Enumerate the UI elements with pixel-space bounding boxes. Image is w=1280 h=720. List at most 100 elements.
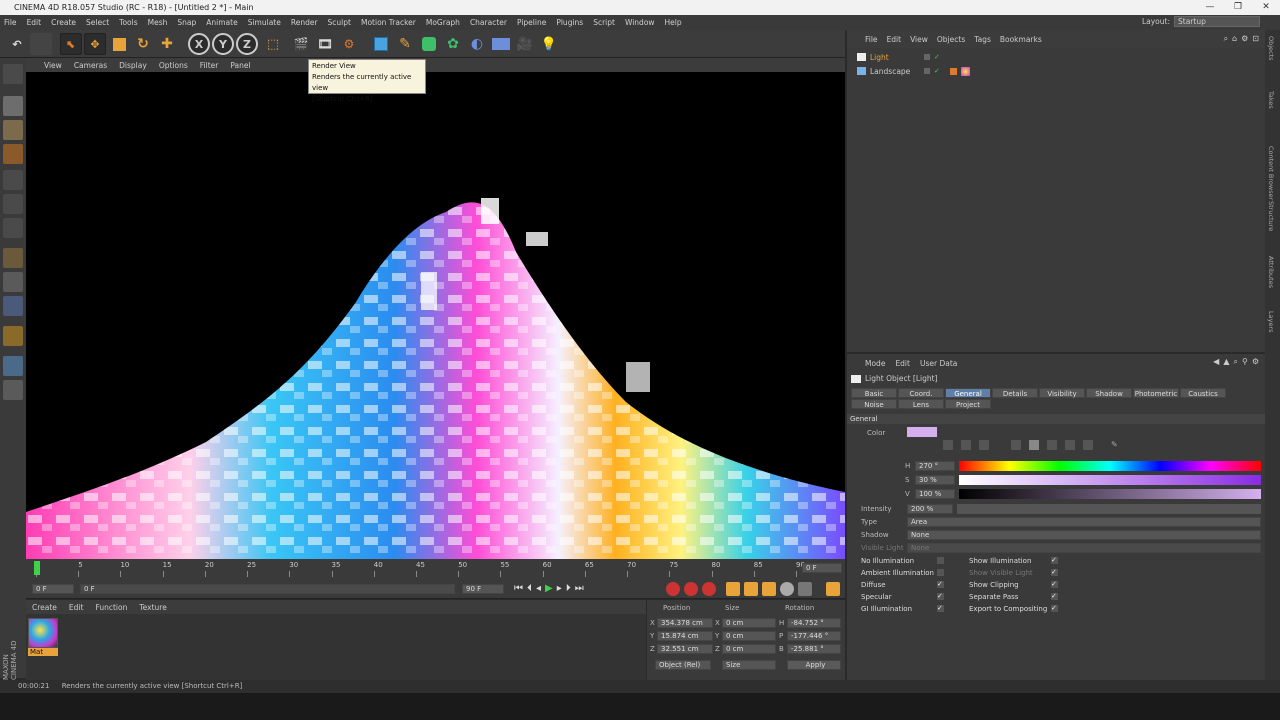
material-menu-create[interactable]: Create <box>32 603 57 612</box>
hue-field[interactable]: 270 ° <box>915 461 955 471</box>
saturation-field[interactable]: 30 % <box>915 475 955 485</box>
cloner-icon[interactable]: ✿ <box>442 33 464 55</box>
object-menu-view[interactable]: View <box>910 35 928 44</box>
checkbox[interactable]: ✓ <box>1051 593 1058 600</box>
size-field[interactable]: 0 cm <box>722 644 776 654</box>
close-icon[interactable]: ✕ <box>1252 0 1280 15</box>
menu-select[interactable]: Select <box>86 18 109 27</box>
points-mode-icon[interactable] <box>3 170 23 190</box>
tab-basic[interactable]: Basic <box>851 388 897 398</box>
keyframe-selection-icon[interactable] <box>702 582 716 596</box>
menu-help[interactable]: Help <box>665 18 682 27</box>
menu-animate[interactable]: Animate <box>206 18 237 27</box>
viewport-menu-cameras[interactable]: Cameras <box>74 61 107 70</box>
record-icon[interactable] <box>666 582 680 596</box>
side-tab-layers[interactable]: Layers <box>1267 311 1275 333</box>
rgb-icon[interactable] <box>1011 440 1021 450</box>
hue-slider[interactable] <box>959 461 1261 471</box>
lock-icon[interactable]: ⚲ <box>1242 357 1248 367</box>
attribute-menu-user-data[interactable]: User Data <box>920 359 957 368</box>
rotation-key-icon[interactable] <box>762 582 776 596</box>
coordinate-system-icon[interactable]: ⬚ <box>262 33 284 55</box>
floor-icon[interactable] <box>492 38 510 50</box>
visibility-check-icon[interactable]: ✓ <box>934 53 940 61</box>
viewport-menu-view[interactable]: View <box>44 61 62 70</box>
object-name[interactable]: Landscape <box>870 67 914 76</box>
tab-general[interactable]: General <box>945 388 991 398</box>
timeline-icon[interactable] <box>826 582 840 596</box>
checkbox[interactable]: ✓ <box>937 593 944 600</box>
layer-dot-icon[interactable] <box>924 54 930 60</box>
prev-key-icon[interactable]: ⏴ <box>527 583 532 594</box>
planar-workplane-icon[interactable] <box>3 380 23 400</box>
undo-icon[interactable]: ↶ <box>6 33 28 55</box>
start-frame-field[interactable]: 0 F <box>32 584 74 594</box>
object-menu-objects[interactable]: Objects <box>937 35 965 44</box>
scale-tool-icon[interactable] <box>112 37 126 51</box>
checkbox[interactable]: ✓ <box>937 605 944 612</box>
material-thumbnail[interactable] <box>28 618 58 648</box>
color-image-icon[interactable] <box>979 440 989 450</box>
up-arrow-icon[interactable]: ▲ <box>1223 357 1229 367</box>
settings-icon[interactable]: ⚙ <box>1252 357 1259 367</box>
attribute-menu-mode[interactable]: Mode <box>865 359 885 368</box>
material-menu-texture[interactable]: Texture <box>139 603 166 612</box>
polygons-mode-icon[interactable] <box>3 218 23 238</box>
z-axis-button[interactable]: Z <box>236 33 258 55</box>
checkbox[interactable] <box>937 557 944 564</box>
intensity-field[interactable]: 200 % <box>907 504 953 514</box>
menu-character[interactable]: Character <box>470 18 507 27</box>
tab-project[interactable]: Project <box>945 399 991 409</box>
viewport-menu-panel[interactable]: Panel <box>230 61 250 70</box>
material-name[interactable]: Mat <box>28 648 58 656</box>
menu-edit[interactable]: Edit <box>27 18 42 27</box>
mixer-icon[interactable] <box>1065 440 1075 450</box>
color-spectrum-icon[interactable] <box>961 440 971 450</box>
apply-button[interactable]: Apply <box>787 660 841 670</box>
material-menu-edit[interactable]: Edit <box>69 603 84 612</box>
preview-range-slider[interactable]: 0 F <box>80 584 455 594</box>
tab-lens[interactable]: Lens <box>898 399 944 409</box>
model-mode-icon[interactable] <box>3 96 23 116</box>
menu-mesh[interactable]: Mesh <box>148 18 168 27</box>
texture-mode-icon[interactable] <box>3 120 23 140</box>
render-picture-viewer-icon[interactable]: 🎞 <box>314 33 336 55</box>
tab-shadow[interactable]: Shadow <box>1086 388 1132 398</box>
play-icon[interactable]: ▶ <box>545 583 553 594</box>
lock-workplane-icon[interactable] <box>3 326 23 346</box>
side-tab-structure[interactable]: Structure <box>1267 201 1275 231</box>
new-window-icon[interactable]: ⊡ <box>1252 34 1259 44</box>
y-axis-button[interactable]: Y <box>212 33 234 55</box>
menu-script[interactable]: Script <box>593 18 615 27</box>
scale-key-icon[interactable] <box>744 582 758 596</box>
menu-file[interactable]: File <box>4 18 17 27</box>
side-tab-objects[interactable]: Objects <box>1267 36 1275 61</box>
current-frame-field[interactable]: 0 F <box>802 563 842 573</box>
viewport-menu-filter[interactable]: Filter <box>200 61 219 70</box>
menu-sculpt[interactable]: Sculpt <box>328 18 351 27</box>
tab-photometric[interactable]: Photometric <box>1133 388 1179 398</box>
pen-icon[interactable]: ✎ <box>394 33 416 55</box>
object-row[interactable]: Landscape ✓ <box>857 64 1257 78</box>
render-view-icon[interactable]: 🎬 <box>290 33 312 55</box>
next-key-icon[interactable]: ⏵ <box>566 583 571 594</box>
goto-start-icon[interactable]: ⏮ <box>514 583 523 594</box>
object-menu-file[interactable]: File <box>865 35 878 44</box>
tab-coord[interactable]: Coord. <box>898 388 944 398</box>
tab-noise[interactable]: Noise <box>851 399 897 409</box>
cube-icon[interactable] <box>374 37 388 51</box>
autokey-icon[interactable] <box>684 582 698 596</box>
position-field[interactable]: 32.551 cm <box>657 644 713 654</box>
search-icon[interactable]: ⌕ <box>1224 34 1228 44</box>
shadow-dropdown[interactable]: None <box>907 530 1261 540</box>
menu-plugins[interactable]: Plugins <box>556 18 583 27</box>
checkbox[interactable] <box>937 569 944 576</box>
subdivision-icon[interactable] <box>422 37 436 51</box>
playhead-marker[interactable] <box>34 561 40 575</box>
object-menu-bookmarks[interactable]: Bookmarks <box>1000 35 1042 44</box>
next-frame-icon[interactable]: ▸ <box>557 583 562 594</box>
menu-window[interactable]: Window <box>625 18 655 27</box>
rotation-field[interactable]: -84.752 ° <box>787 618 841 628</box>
tab-visibility[interactable]: Visibility <box>1039 388 1085 398</box>
menu-render[interactable]: Render <box>291 18 318 27</box>
